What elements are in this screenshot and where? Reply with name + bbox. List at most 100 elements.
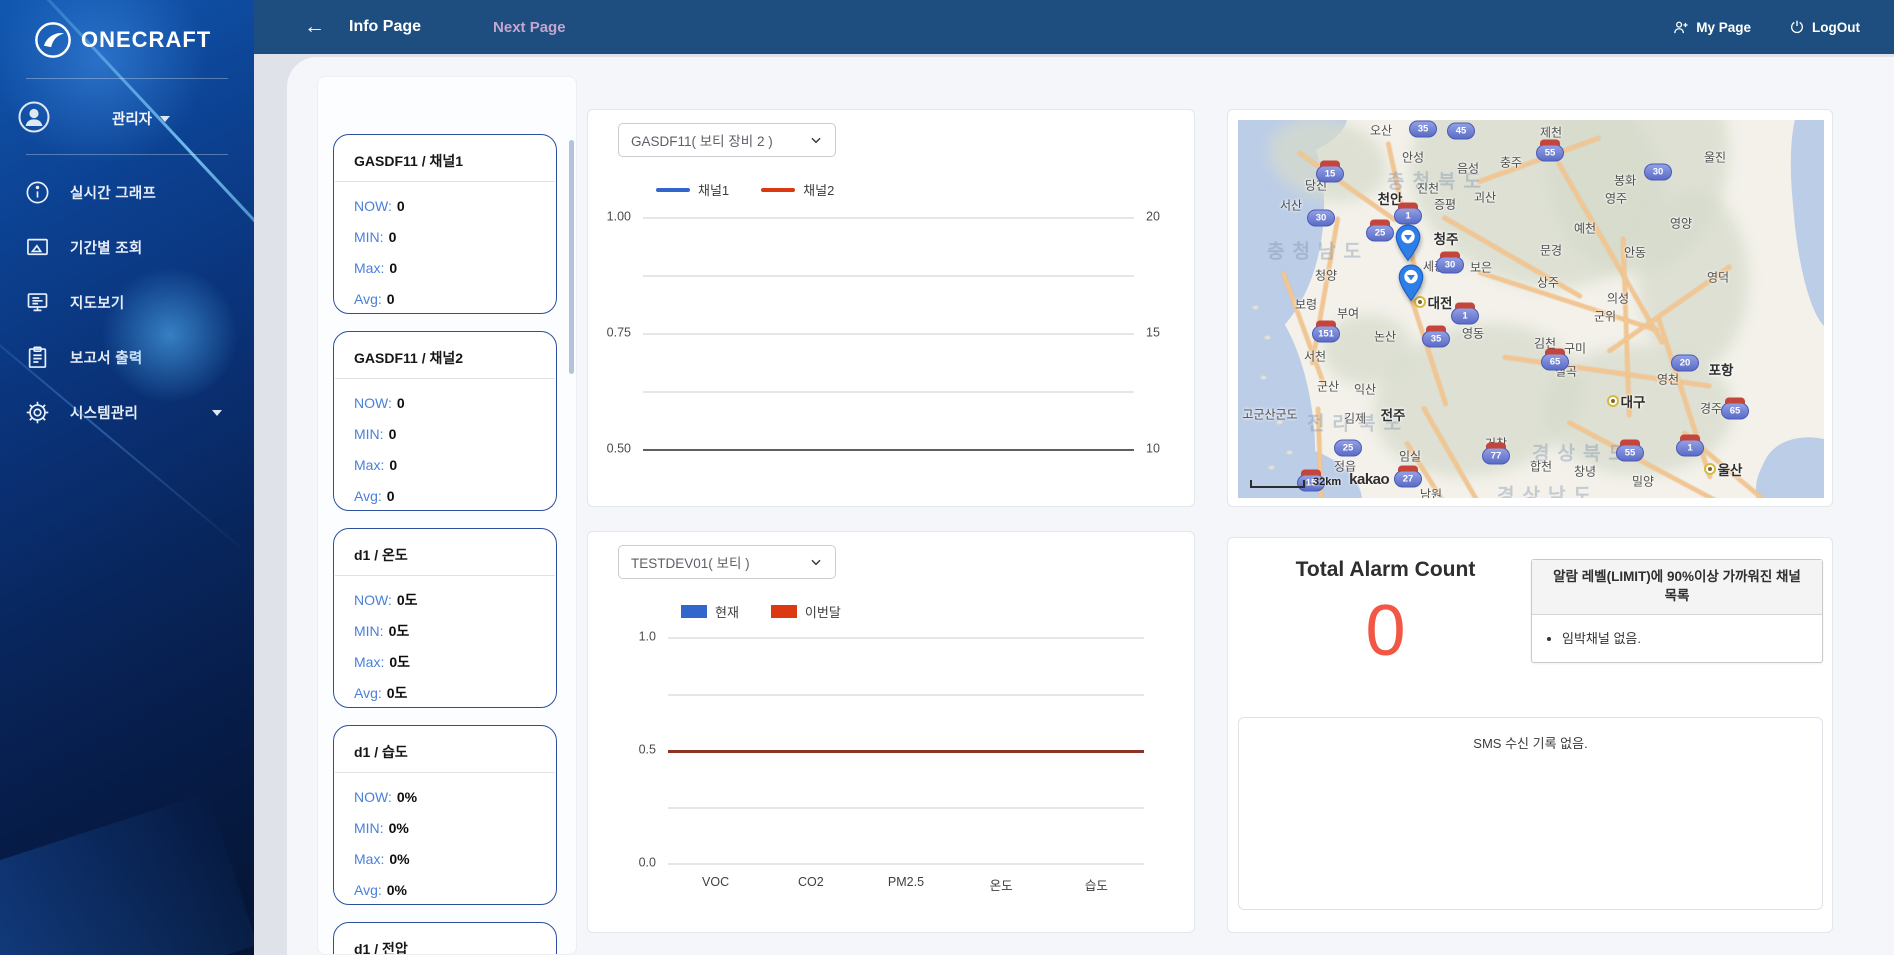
page-title: Info Page xyxy=(349,18,421,36)
info-icon xyxy=(24,179,51,206)
stat-row: MIN:0 xyxy=(354,419,536,450)
island xyxy=(1260,375,1267,380)
stat-cards-panel: GASDF11 / 채널1NOW:0MIN:0Max:0Avg:0GASDF11… xyxy=(317,76,577,955)
stat-row-label: Max: xyxy=(354,654,384,670)
sidebar-item-1[interactable]: 실시간 그래프 xyxy=(0,165,254,220)
kakao-map[interactable]: 충청북도충청남도전라북도경상북도경상남도오산제천울진안성충주음성봉화당진진천괴산… xyxy=(1238,120,1824,498)
sidebar-item-label: 보고서 출력 xyxy=(70,347,143,368)
device-select-1[interactable]: GASDF11( 보티 장비 2 ) xyxy=(618,123,836,157)
chevron-down-icon xyxy=(809,133,823,147)
road-number-badge: 20 xyxy=(1671,355,1699,372)
city-label: 고군산군도 xyxy=(1242,406,1297,423)
sidebar-item-label: 지도보기 xyxy=(70,292,125,313)
chevron-down-icon xyxy=(809,555,823,569)
legend-label: 채널1 xyxy=(698,180,729,199)
city-label: 상주 xyxy=(1537,274,1559,291)
city-label: 전주 xyxy=(1381,404,1406,424)
stat-row-value: 0도 xyxy=(397,592,418,608)
road-number-badge: 77 xyxy=(1482,448,1510,465)
sidebar-item-4[interactable]: 보고서 출력 xyxy=(0,330,254,385)
stat-row-value: 0도 xyxy=(389,654,410,670)
stat-card-rows: NOW:0%MIN:0%Max:0%Avg:0% xyxy=(334,773,556,905)
sidebar-item-5[interactable]: 시스템관리 xyxy=(0,385,254,440)
chart-plot: 1.00.50.0-0.5-1.0VOCCO2PM2.5온도습도 xyxy=(668,637,1144,863)
dashboard-app: ONECRAFT 관리자 실시간 그래프기간별 조회지도보기보고서 출력시스템관… xyxy=(0,0,1894,955)
back-arrow-icon[interactable]: ← xyxy=(304,15,325,39)
stat-row-label: NOW: xyxy=(354,395,392,411)
user-row[interactable]: 관리자 xyxy=(0,79,254,155)
stat-row-label: NOW: xyxy=(354,198,392,214)
x-axis-category: 습도 xyxy=(1085,875,1108,894)
stat-card-rows: NOW:0도MIN:0도Max:0도Avg:0도 xyxy=(334,576,556,708)
stat-row-value: 0도 xyxy=(389,623,410,639)
stat-row: NOW:0도 xyxy=(354,585,536,616)
city-label: 남원 xyxy=(1420,486,1442,499)
onecraft-logo-icon xyxy=(34,21,72,59)
chart-legend: 채널1채널2 xyxy=(656,180,834,199)
stat-card-rows: NOW:0MIN:0Max:0Avg:0 xyxy=(334,182,556,314)
sidebar-item-3[interactable]: 지도보기 xyxy=(0,275,254,330)
device-select-2[interactable]: TESTDEV01( 보티 ) xyxy=(618,545,836,579)
sidebar: ONECRAFT 관리자 실시간 그래프기간별 조회지도보기보고서 출력시스템관… xyxy=(0,0,254,955)
chevron-down-icon xyxy=(160,116,170,122)
stat-row: MIN:0% xyxy=(354,813,536,844)
kakao-logo: kakao xyxy=(1349,471,1389,488)
sea-water xyxy=(1784,120,1824,332)
stat-row-value: 0 xyxy=(389,260,397,276)
road-number-badge: 45 xyxy=(1447,123,1475,140)
city-label: 부여 xyxy=(1337,305,1359,322)
alarm-title: Total Alarm Count xyxy=(1228,558,1543,582)
city-label: 진천 xyxy=(1417,180,1439,197)
avatar xyxy=(18,101,50,133)
stat-row-value: 0 xyxy=(397,198,405,214)
stat-row-label: Avg: xyxy=(354,882,382,898)
city-dot xyxy=(1607,395,1619,407)
cards-scrollbar-thumb[interactable] xyxy=(569,140,574,374)
city-label: 안동 xyxy=(1624,244,1646,261)
city-label: 충주 xyxy=(1500,154,1522,171)
terrain-relief xyxy=(1323,315,1413,385)
stat-row-label: Avg: xyxy=(354,291,382,307)
user-name[interactable]: 관리자 xyxy=(112,108,170,129)
stat-row: Avg:0 xyxy=(354,284,536,314)
road-number-badge: 35 xyxy=(1409,121,1437,138)
province-label: 충청남도 xyxy=(1267,237,1369,264)
map-marker-pin[interactable] xyxy=(1397,264,1425,302)
city-label: 문경 xyxy=(1540,242,1562,259)
city-label: 오산 xyxy=(1370,122,1392,139)
city-label: 익산 xyxy=(1354,381,1376,398)
chart-gridline: 1.0 xyxy=(668,637,1144,639)
stat-row: Max: 0도 xyxy=(354,647,536,678)
city-label: 의성 xyxy=(1607,290,1629,307)
gear-icon xyxy=(24,399,51,426)
scale-label: 32km xyxy=(1313,476,1341,488)
stat-row-label: NOW: xyxy=(354,789,392,805)
road-number-badge: 30 xyxy=(1436,257,1464,274)
stat-row: Avg:0 xyxy=(354,481,536,511)
logout-button[interactable]: LogOut xyxy=(1789,19,1860,35)
stat-row-label: Max: xyxy=(354,851,384,867)
island xyxy=(1252,305,1259,310)
sidebar-item-2[interactable]: 기간별 조회 xyxy=(0,220,254,275)
user-name-label: 관리자 xyxy=(112,108,152,129)
city-label: 논산 xyxy=(1374,328,1396,345)
y-axis-tick-right: 10 xyxy=(1146,441,1160,455)
x-axis-category: PM2.5 xyxy=(888,875,924,889)
map-marker-pin[interactable] xyxy=(1394,224,1422,262)
my-page-button[interactable]: My Page xyxy=(1672,19,1751,36)
next-page-link[interactable]: Next Page xyxy=(493,19,566,36)
city-label: 군산 xyxy=(1317,378,1339,395)
island xyxy=(1268,465,1275,470)
board-icon xyxy=(24,289,51,316)
alarm-panel: Total Alarm Count 0 알람 레벨(LIMIT)에 90%이상 … xyxy=(1227,537,1833,933)
stat-card-rows: NOW:0MIN:0Max:0Avg:0 xyxy=(334,379,556,511)
city-label: 포항 xyxy=(1709,359,1734,379)
stat-row: MIN:0 xyxy=(354,222,536,253)
stat-row-label: MIN: xyxy=(354,229,384,245)
limit-box-list: 임박채널 없음. xyxy=(1532,615,1822,662)
logout-label: LogOut xyxy=(1812,20,1860,35)
stat-card-title: GASDF11 / 채널1 xyxy=(334,135,556,181)
city-label: 봉화 xyxy=(1614,172,1636,189)
city-label: 증평 xyxy=(1434,196,1456,213)
stat-row-value: 0% xyxy=(389,851,409,867)
